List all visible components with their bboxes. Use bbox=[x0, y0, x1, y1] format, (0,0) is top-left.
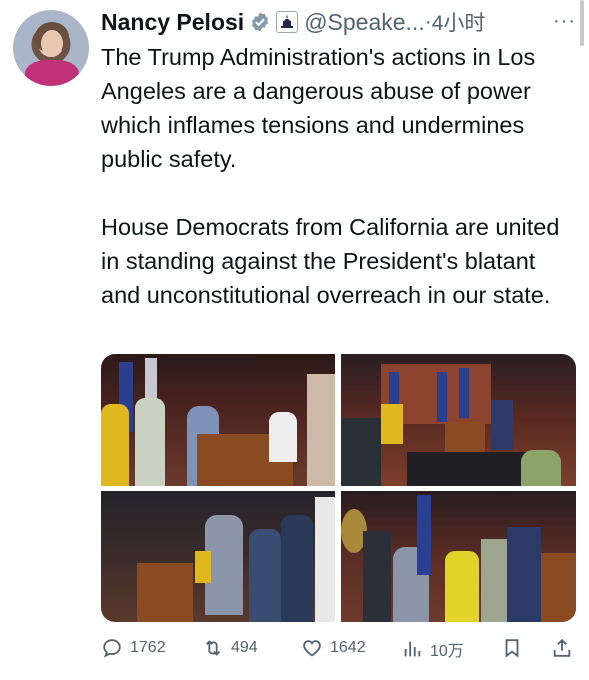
verified-badge-icon[interactable] bbox=[249, 11, 271, 33]
tweet-header: Nancy Pelosi @Speake... · 4小时 bbox=[101, 8, 485, 36]
avatar-face bbox=[41, 30, 63, 57]
avatar[interactable] bbox=[13, 10, 89, 86]
bookmark-icon bbox=[505, 639, 519, 658]
share-button[interactable] bbox=[551, 637, 573, 659]
reply-count: 1762 bbox=[130, 639, 166, 656]
author-name[interactable]: Nancy Pelosi bbox=[101, 9, 244, 36]
capitol-icon[interactable] bbox=[276, 11, 299, 33]
tweet-paragraph: House Democrats from California are unit… bbox=[101, 214, 560, 308]
more-options-icon[interactable]: ··· bbox=[553, 10, 576, 33]
photo-4[interactable] bbox=[341, 491, 576, 622]
like-button[interactable]: 1642 bbox=[301, 637, 366, 659]
avatar-body bbox=[25, 60, 79, 86]
view-count: 10万 bbox=[430, 643, 464, 660]
share-icon bbox=[553, 638, 571, 657]
bookmark-button[interactable] bbox=[501, 637, 523, 659]
repost-icon bbox=[205, 640, 221, 656]
reply-icon bbox=[103, 639, 121, 658]
views-icon bbox=[404, 641, 421, 657]
media-grid bbox=[101, 354, 576, 622]
time-separator: · bbox=[424, 10, 432, 33]
repost-button[interactable]: 494 bbox=[202, 637, 258, 659]
like-icon bbox=[303, 640, 321, 657]
tweet-actions: 1762 494 1642 10万 bbox=[101, 637, 571, 663]
views-button[interactable]: 10万 bbox=[401, 637, 464, 661]
repost-count: 494 bbox=[231, 639, 258, 656]
tweet-text: The Trump Administration's actions in Lo… bbox=[101, 40, 581, 312]
photo-3[interactable] bbox=[101, 491, 335, 622]
tweet-time[interactable]: 4小时 bbox=[432, 7, 486, 37]
photo-2[interactable] bbox=[341, 354, 576, 486]
reply-button[interactable]: 1762 bbox=[101, 637, 166, 659]
author-handle[interactable]: @Speake... bbox=[304, 9, 425, 36]
like-count: 1642 bbox=[330, 639, 366, 656]
tweet-paragraph: The Trump Administration's actions in Lo… bbox=[101, 44, 536, 172]
photo-1[interactable] bbox=[101, 354, 335, 486]
